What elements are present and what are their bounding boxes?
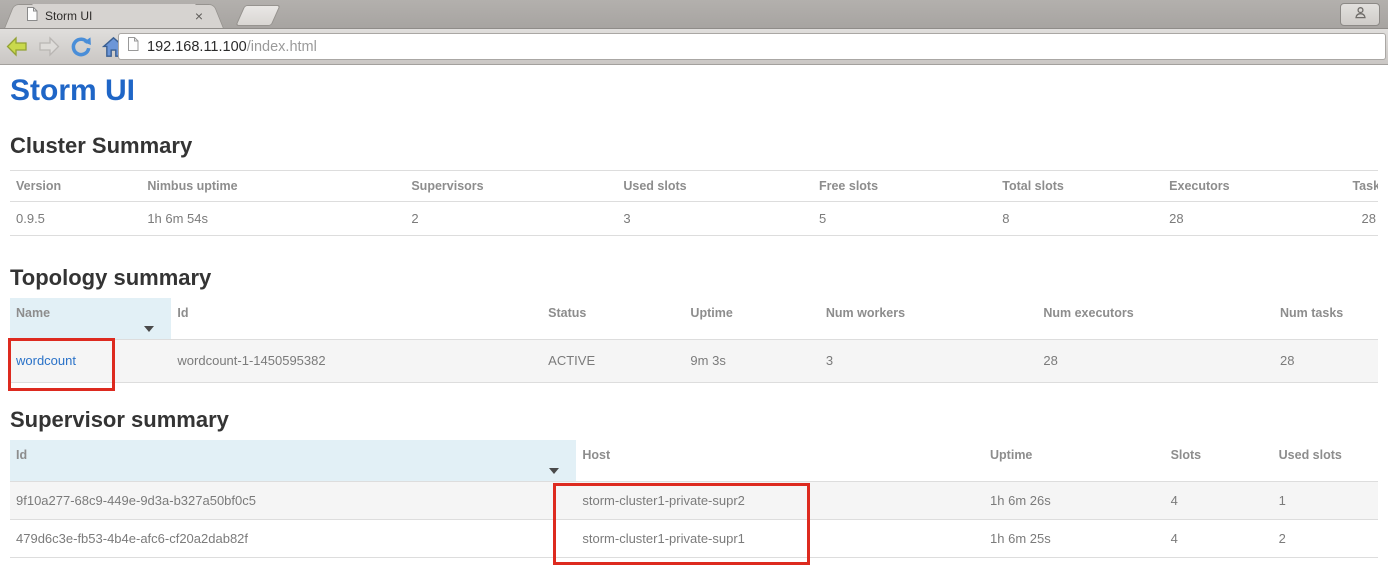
cell-used-slots: 2 — [1273, 520, 1378, 558]
col-supervisor-id[interactable]: Id — [10, 440, 576, 482]
browser-tabstrip: Storm UI × — [0, 0, 1388, 29]
forward-arrow-icon — [37, 36, 61, 58]
cell-used-slots: 1 — [1273, 482, 1378, 520]
cell-supervisor-uptime: 1h 6m 25s — [984, 520, 1165, 558]
topology-summary-heading: Topology summary — [10, 265, 1378, 290]
sort-desc-icon — [144, 326, 154, 332]
sort-desc-icon — [549, 468, 559, 474]
col-topology-uptime[interactable]: Uptime — [684, 298, 819, 340]
url-bar[interactable]: 192.168.11.100/index.html — [118, 33, 1386, 60]
col-nimbus-uptime: Nimbus uptime — [141, 171, 405, 202]
cell-version: 0.9.5 — [10, 202, 141, 236]
browser-tab[interactable]: Storm UI × — [18, 4, 210, 28]
cell-free-slots: 5 — [813, 202, 996, 236]
cell-topology-id: wordcount-1-1450595382 — [171, 340, 542, 383]
cell-used-slots: 3 — [617, 202, 813, 236]
col-version: Version — [10, 171, 141, 202]
col-free-slots: Free slots — [813, 171, 996, 202]
col-num-executors[interactable]: Num executors — [1037, 298, 1274, 340]
cell-supervisors: 2 — [405, 202, 617, 236]
col-topology-status[interactable]: Status — [542, 298, 684, 340]
col-tasks: Tasks — [1346, 171, 1378, 202]
back-arrow-icon — [5, 36, 29, 58]
cell-supervisor-id: 479d6c3e-fb53-4b4e-afc6-cf20a2dab82f — [10, 520, 576, 558]
cluster-summary-table: Version Nimbus uptime Supervisors Used s… — [10, 170, 1378, 236]
cluster-header-row: Version Nimbus uptime Supervisors Used s… — [10, 171, 1378, 202]
cell-supervisor-uptime: 1h 6m 26s — [984, 482, 1165, 520]
topology-header-row: Name Id Status Uptime Num workers Num ex… — [10, 298, 1378, 340]
cell-slots: 4 — [1165, 520, 1273, 558]
col-used-slots[interactable]: Used slots — [1273, 440, 1378, 482]
page-favicon-icon — [26, 7, 38, 26]
topology-row: wordcount wordcount-1-1450595382 ACTIVE … — [10, 340, 1378, 383]
reload-icon — [70, 36, 92, 58]
cell-total-slots: 8 — [996, 202, 1163, 236]
cluster-summary-heading: Cluster Summary — [10, 133, 1378, 158]
cell-slots: 4 — [1165, 482, 1273, 520]
profile-button[interactable] — [1340, 3, 1380, 26]
profile-icon — [1354, 6, 1367, 24]
col-topology-name[interactable]: Name — [10, 298, 171, 340]
new-tab-button[interactable] — [235, 5, 280, 26]
annotation-box-topology-name — [8, 338, 115, 391]
col-total-slots: Total slots — [996, 171, 1163, 202]
supervisor-summary-heading: Supervisor summary — [10, 407, 1378, 432]
col-supervisor-uptime[interactable]: Uptime — [984, 440, 1165, 482]
cell-executors: 28 — [1163, 202, 1346, 236]
url-host: 192.168.11.100 — [147, 39, 247, 55]
url-path: /index.html — [247, 39, 317, 55]
col-executors: Executors — [1163, 171, 1346, 202]
cell-num-tasks: 28 — [1274, 340, 1378, 383]
col-num-tasks[interactable]: Num tasks — [1274, 298, 1378, 340]
supervisor-header-row: Id Host Uptime Slots Used slots — [10, 440, 1378, 482]
col-slots[interactable]: Slots — [1165, 440, 1273, 482]
cluster-data-row: 0.9.5 1h 6m 54s 2 3 5 8 28 28 — [10, 202, 1378, 236]
cell-topology-uptime: 9m 3s — [684, 340, 819, 383]
cell-tasks: 28 — [1346, 202, 1378, 236]
cell-nimbus-uptime: 1h 6m 54s — [141, 202, 405, 236]
col-num-workers[interactable]: Num workers — [820, 298, 1038, 340]
url-text: 192.168.11.100/index.html — [147, 39, 317, 55]
back-button[interactable] — [2, 33, 32, 61]
cell-num-workers: 3 — [820, 340, 1038, 383]
col-used-slots: Used slots — [617, 171, 813, 202]
browser-toolbar: 192.168.11.100/index.html — [0, 29, 1388, 65]
cell-supervisor-id: 9f10a277-68c9-449e-9d3a-b327a50bf0c5 — [10, 482, 576, 520]
col-supervisors: Supervisors — [405, 171, 617, 202]
col-topology-id[interactable]: Id — [171, 298, 542, 340]
forward-button[interactable] — [34, 33, 64, 61]
cell-num-executors: 28 — [1037, 340, 1274, 383]
topology-summary-table: Name Id Status Uptime Num workers Num ex… — [10, 298, 1378, 383]
reload-button[interactable] — [66, 33, 96, 61]
annotation-box-host-column — [553, 483, 810, 565]
page-title[interactable]: Storm UI — [10, 74, 1378, 108]
col-host[interactable]: Host — [576, 440, 984, 482]
tab-title: Storm UI — [45, 9, 192, 23]
url-page-icon — [127, 37, 139, 56]
tab-close-icon[interactable]: × — [192, 9, 206, 23]
cell-topology-status: ACTIVE — [542, 340, 684, 383]
